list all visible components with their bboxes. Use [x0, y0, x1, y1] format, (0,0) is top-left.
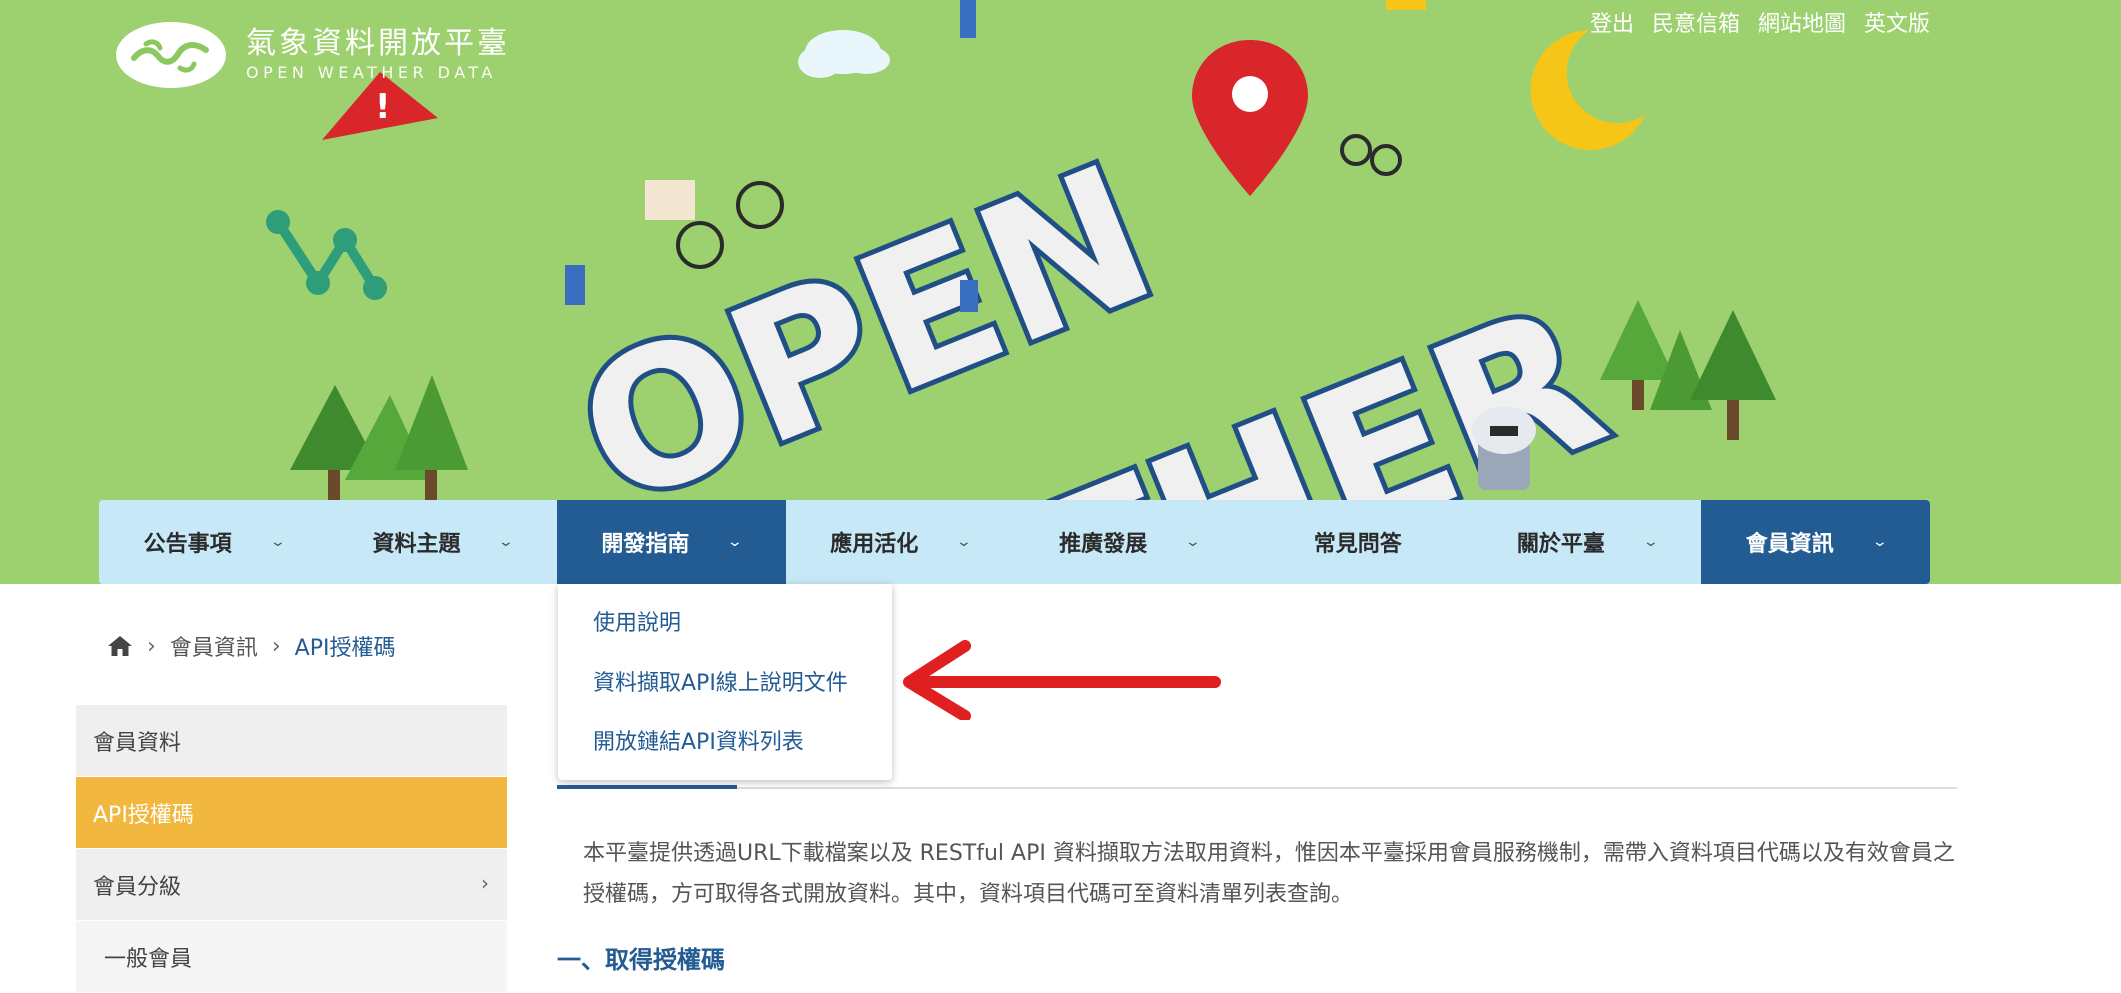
site-subtitle: OPEN WEATHER DATA [246, 63, 497, 82]
sidebar-item-api-key[interactable]: API授權碼 [76, 777, 507, 849]
nav-label: 應用活化 [830, 532, 919, 557]
english-link[interactable]: 英文版 [1864, 6, 1930, 38]
chevron-down-icon: ⌄ [726, 534, 744, 550]
home-icon[interactable] [107, 634, 133, 658]
nav-member-info[interactable]: 會員資訊 ⌄ [1701, 500, 1930, 584]
main-nav: 公告事項 ⌄ 資料主題 ⌄ 開發指南 ⌄ 應用活化 ⌄ 推廣發展 ⌄ 常見問答 … [99, 500, 1930, 584]
nav-label: 推廣發展 [1059, 532, 1148, 557]
dev-guide-dropdown: 使用說明 資料擷取API線上說明文件 開放鏈結API資料列表 [558, 584, 892, 780]
hero-banner: ! OPEN ATHER 氣象資料開放平臺 OPEN WEATHER DATA … [0, 0, 2121, 584]
chevron-down-icon: ⌄ [1184, 534, 1202, 550]
nav-about[interactable]: 關於平臺 ⌄ [1472, 500, 1701, 584]
red-arrow-annotation [903, 640, 1221, 720]
breadcrumb-separator: › [147, 633, 156, 659]
nav-promotion[interactable]: 推廣發展 ⌄ [1015, 500, 1244, 584]
top-links: 登出 民意信箱 網站地圖 英文版 [1590, 6, 1930, 38]
nav-label: 公告事項 [143, 532, 232, 557]
svg-text:!: ! [375, 87, 391, 127]
sidebar-item-label: 會員分級 [93, 874, 182, 900]
tab-divider [557, 787, 1957, 789]
site-logo[interactable]: 氣象資料開放平臺 OPEN WEATHER DATA [116, 22, 510, 88]
nav-label: 關於平臺 [1516, 532, 1605, 557]
sidebar-item-general-member[interactable]: 一般會員 [76, 921, 507, 993]
sidebar-item-member-data[interactable]: 會員資料 [76, 705, 507, 777]
breadcrumb-separator: › [271, 633, 281, 659]
nav-announcements[interactable]: 公告事項 ⌄ [99, 500, 328, 584]
nav-data-topics[interactable]: 資料主題 ⌄ [328, 500, 557, 584]
nav-label: 資料主題 [372, 532, 461, 557]
chevron-down-icon: ⌄ [955, 534, 973, 550]
nav-faq[interactable]: 常見問答 [1243, 500, 1472, 584]
sidebar-item-member-level[interactable]: 會員分級 › [76, 849, 507, 921]
nav-label: 開發指南 [601, 532, 690, 557]
cwa-logo-icon [116, 22, 226, 88]
sidebar: 會員資料 API授權碼 會員分級 › 一般會員 [76, 705, 507, 993]
chevron-down-icon: ⌄ [498, 534, 515, 550]
nav-label: 常見問答 [1313, 532, 1402, 557]
breadcrumb-member-info[interactable]: 會員資訊 [170, 630, 258, 662]
logout-link[interactable]: 登出 [1590, 6, 1634, 38]
sidebar-item-label: 一般會員 [104, 946, 193, 972]
sitemap-link[interactable]: 網站地圖 [1758, 6, 1846, 38]
chevron-down-icon: ⌄ [269, 534, 286, 550]
chevron-down-icon: ⌄ [1642, 534, 1659, 550]
breadcrumb: › 會員資訊 › API授權碼 [107, 630, 395, 662]
dropdown-item-usage[interactable]: 使用說明 [593, 605, 681, 637]
breadcrumb-current[interactable]: API授權碼 [295, 630, 396, 662]
site-title: 氣象資料開放平臺 [246, 26, 510, 61]
nav-label: 會員資訊 [1745, 532, 1834, 557]
nav-applications[interactable]: 應用活化 ⌄ [786, 500, 1015, 584]
active-tab-indicator [557, 785, 737, 789]
chevron-down-icon: ⌄ [1871, 534, 1888, 550]
feedback-link[interactable]: 民意信箱 [1652, 6, 1740, 38]
dropdown-item-api-docs[interactable]: 資料擷取API線上說明文件 [593, 665, 848, 697]
intro-paragraph: 本平臺提供透過URL下載檔案以及 RESTful API 資料擷取方法取用資料，… [583, 841, 1955, 907]
section-title: 一、取得授權碼 [557, 946, 725, 974]
sidebar-item-label: API授權碼 [93, 802, 194, 828]
chevron-right-icon: › [481, 871, 489, 895]
dropdown-item-linked-api-list[interactable]: 開放鏈結API資料列表 [593, 724, 804, 756]
sidebar-item-label: 會員資料 [93, 730, 182, 756]
nav-dev-guide[interactable]: 開發指南 ⌄ [556, 500, 786, 584]
